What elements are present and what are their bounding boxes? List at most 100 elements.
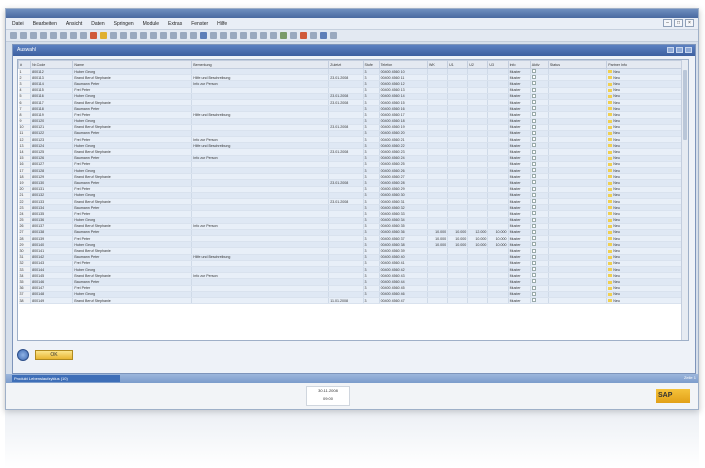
- help-icon[interactable]: [320, 32, 327, 39]
- active-checkbox[interactable]: [531, 124, 536, 129]
- menu-hilfe[interactable]: Hilfe: [217, 21, 227, 27]
- column-header[interactable]: Zuletzt: [328, 60, 364, 69]
- next-icon[interactable]: [140, 32, 147, 39]
- active-checkbox[interactable]: [531, 93, 536, 98]
- menu-datei[interactable]: Datei: [12, 21, 24, 27]
- minimize-button[interactable]: –: [663, 19, 672, 27]
- copy-icon[interactable]: [60, 32, 67, 39]
- active-checkbox[interactable]: [531, 155, 536, 160]
- active-checkbox[interactable]: [531, 236, 536, 241]
- active-checkbox[interactable]: [531, 291, 536, 296]
- user-icon[interactable]: [270, 32, 277, 39]
- active-checkbox[interactable]: [531, 87, 536, 92]
- doc-icon[interactable]: [210, 32, 217, 39]
- active-checkbox[interactable]: [531, 254, 536, 259]
- active-checkbox[interactable]: [531, 279, 536, 284]
- active-checkbox[interactable]: [531, 229, 536, 234]
- delete-icon[interactable]: [90, 32, 97, 39]
- active-checkbox[interactable]: [531, 75, 536, 80]
- mail-icon[interactable]: [250, 32, 257, 39]
- scroll-thumb[interactable]: [683, 70, 687, 140]
- active-checkbox[interactable]: [531, 285, 536, 290]
- active-checkbox[interactable]: [531, 223, 536, 228]
- active-checkbox[interactable]: [531, 273, 536, 278]
- zoom-icon[interactable]: [290, 32, 297, 39]
- open-icon[interactable]: [20, 32, 27, 39]
- column-header[interactable]: #: [18, 60, 32, 69]
- active-checkbox[interactable]: [531, 267, 536, 272]
- active-checkbox[interactable]: [531, 199, 536, 204]
- attach-icon[interactable]: [260, 32, 267, 39]
- calendar-icon[interactable]: [240, 32, 247, 39]
- print-icon[interactable]: [40, 32, 47, 39]
- active-checkbox[interactable]: [531, 149, 536, 154]
- menu-module[interactable]: Module: [143, 21, 159, 27]
- last-icon[interactable]: [150, 32, 157, 39]
- column-header[interactable]: Status: [547, 60, 608, 69]
- active-checkbox[interactable]: [531, 100, 536, 105]
- menu-fenster[interactable]: Fenster: [191, 21, 208, 27]
- active-checkbox[interactable]: [531, 174, 536, 179]
- inner-maximize-button[interactable]: [676, 47, 683, 53]
- maximize-button[interactable]: □: [674, 19, 683, 27]
- table-row[interactable]: 38 800149 Brand Beruf Stephanie 11.01.2008 3…: [18, 297, 688, 305]
- column-header[interactable]: Stufe: [362, 60, 380, 69]
- undo-icon[interactable]: [80, 32, 87, 39]
- settings-icon[interactable]: [190, 32, 197, 39]
- alert-icon[interactable]: [300, 32, 307, 39]
- vertical-scrollbar[interactable]: [681, 60, 688, 340]
- active-checkbox[interactable]: [531, 192, 536, 197]
- paste-icon[interactable]: [70, 32, 77, 39]
- column-header[interactable]: U1: [447, 60, 469, 69]
- active-checkbox[interactable]: [531, 112, 536, 117]
- check-icon[interactable]: [280, 32, 287, 39]
- link-icon[interactable]: [200, 32, 207, 39]
- close-button[interactable]: ×: [685, 19, 694, 27]
- inner-close-button[interactable]: [685, 47, 692, 53]
- active-checkbox[interactable]: [531, 137, 536, 142]
- column-header[interactable]: Info: [507, 60, 531, 69]
- prev-icon[interactable]: [130, 32, 137, 39]
- active-checkbox[interactable]: [531, 106, 536, 111]
- active-checkbox[interactable]: [531, 248, 536, 253]
- active-checkbox[interactable]: [531, 205, 536, 210]
- column-header[interactable]: Aktiv: [529, 60, 549, 69]
- column-header[interactable]: Nr.Code: [30, 60, 74, 69]
- preview-icon[interactable]: [50, 32, 57, 39]
- save-icon[interactable]: [30, 32, 37, 39]
- active-checkbox[interactable]: [531, 81, 536, 86]
- ok-button[interactable]: OK: [35, 350, 73, 360]
- lock-icon[interactable]: [100, 32, 107, 39]
- column-header[interactable]: WK: [426, 60, 449, 69]
- active-checkbox[interactable]: [531, 143, 536, 148]
- active-checkbox[interactable]: [531, 186, 536, 191]
- window-icon[interactable]: [310, 32, 317, 39]
- column-header[interactable]: Partner Info: [606, 60, 688, 69]
- column-header[interactable]: Bemerkung: [191, 60, 330, 69]
- menu-extras[interactable]: Extras: [168, 21, 182, 27]
- active-checkbox[interactable]: [531, 242, 536, 247]
- chart-icon[interactable]: [230, 32, 237, 39]
- active-checkbox[interactable]: [531, 130, 536, 135]
- sort-icon[interactable]: [170, 32, 177, 39]
- menu-springen[interactable]: Springen: [114, 21, 134, 27]
- menu-daten[interactable]: Daten: [91, 21, 104, 27]
- table-icon[interactable]: [220, 32, 227, 39]
- active-checkbox[interactable]: [531, 118, 536, 123]
- grid-icon[interactable]: [330, 32, 337, 39]
- table-cell[interactable]: [530, 297, 549, 305]
- column-header[interactable]: Name: [72, 60, 193, 69]
- active-checkbox[interactable]: [531, 69, 536, 74]
- inner-minimize-button[interactable]: [667, 47, 674, 53]
- active-checkbox[interactable]: [531, 217, 536, 222]
- active-checkbox[interactable]: [531, 260, 536, 265]
- active-checkbox[interactable]: [531, 161, 536, 166]
- menu-bearbeiten[interactable]: Bearbeiten: [33, 21, 57, 27]
- find-icon[interactable]: [110, 32, 117, 39]
- first-icon[interactable]: [120, 32, 127, 39]
- status-tab[interactable]: Produkt Lebenslaufzyklus (10): [12, 375, 120, 382]
- active-checkbox[interactable]: [531, 180, 536, 185]
- column-header[interactable]: Telefon: [378, 60, 429, 69]
- active-checkbox[interactable]: [531, 211, 536, 216]
- filter-icon[interactable]: [160, 32, 167, 39]
